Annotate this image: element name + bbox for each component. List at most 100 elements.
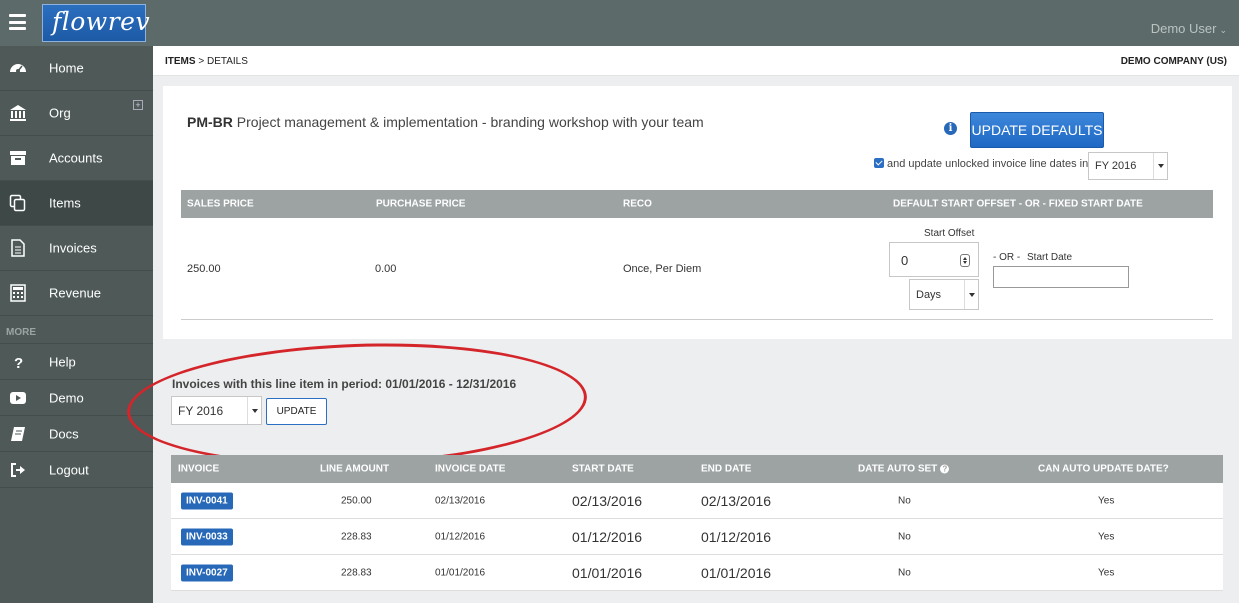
sales-price-value: 250.00 xyxy=(187,263,221,275)
invoice-date: 01/01/2016 xyxy=(435,567,486,578)
logout-icon xyxy=(11,462,25,477)
reco-value: Once, Per Diem xyxy=(623,263,702,275)
column-header-start-date: START DATE xyxy=(572,463,634,475)
sidebar-item-label: Demo xyxy=(49,390,84,405)
item-description: Project management & implementation - br… xyxy=(236,114,704,130)
column-header-line-amount: LINE AMOUNT xyxy=(320,463,390,475)
brand-name: flowrev xyxy=(52,7,151,36)
sidebar-section-more: MORE xyxy=(0,316,153,344)
item-details-card: PM-BR Project management & implementatio… xyxy=(163,86,1232,339)
item-table-header: SALES PRICE PURCHASE PRICE RECO DEFAULT … xyxy=(181,190,1213,218)
invoice-date: 01/12/2016 xyxy=(435,531,486,542)
sidebar-item-revenue[interactable]: Revenue xyxy=(0,271,153,316)
invoices-table: INVOICE LINE AMOUNT INVOICE DATE START D… xyxy=(171,455,1223,591)
column-header-end-date: END DATE xyxy=(701,463,752,475)
invoices-period-title: Invoices with this line item in period: … xyxy=(172,377,517,391)
sidebar-item-label: Org xyxy=(49,105,71,121)
can-auto-update: Yes xyxy=(1098,567,1115,578)
bank-icon xyxy=(10,105,26,121)
end-date: 01/01/2016 xyxy=(701,564,772,581)
breadcrumb-link-items[interactable]: ITEMS xyxy=(165,56,196,67)
line-amount: 250.00 xyxy=(341,495,372,506)
archive-icon xyxy=(10,151,26,165)
end-date: 01/12/2016 xyxy=(701,528,772,545)
sidebar-item-logout[interactable]: Logout xyxy=(0,452,153,488)
user-menu[interactable]: Demo User ⌄ xyxy=(1151,21,1227,36)
can-auto-update: Yes xyxy=(1098,531,1115,542)
brand-logo[interactable]: flowrev xyxy=(42,4,150,42)
sidebar-item-label: Invoices xyxy=(49,240,97,256)
sidebar-item-label: Items xyxy=(49,195,81,211)
offset-unit-select[interactable]: Days xyxy=(909,279,979,310)
user-name: Demo User xyxy=(1150,21,1217,36)
column-header-sales-price: SALES PRICE xyxy=(187,198,254,210)
column-header-invoice: INVOICE xyxy=(178,463,220,475)
table-row: INV-0033 228.83 01/12/2016 01/12/2016 01… xyxy=(171,519,1223,555)
invoice-date: 02/13/2016 xyxy=(435,495,486,506)
select-arrow-icon xyxy=(1153,153,1167,179)
sidebar-item-invoices[interactable]: Invoices xyxy=(0,226,153,271)
sidebar-item-label: Logout xyxy=(49,462,89,477)
start-date-label: Start Date xyxy=(1027,252,1073,263)
column-header-purchase-price: PURCHASE PRICE xyxy=(376,198,466,210)
invoices-table-header: INVOICE LINE AMOUNT INVOICE DATE START D… xyxy=(171,455,1223,483)
sidebar-item-label: Home xyxy=(49,60,84,76)
expand-plus-icon[interactable]: + xyxy=(133,100,143,110)
spinner-arrows-icon[interactable] xyxy=(960,254,970,267)
start-offset-value: 0 xyxy=(901,253,909,268)
sidebar-item-home[interactable]: Home xyxy=(0,46,153,91)
sidebar-item-accounts[interactable]: Accounts xyxy=(0,136,153,181)
column-header-start-offset: DEFAULT START OFFSET - OR - FIXED START … xyxy=(893,198,1143,210)
invoice-link[interactable]: INV-0033 xyxy=(181,528,233,545)
sidebar-item-label: Revenue xyxy=(49,285,102,301)
select-arrow-icon xyxy=(964,280,978,309)
header-label: DATE AUTO SET xyxy=(858,463,938,475)
select-value: FY 2016 xyxy=(178,403,224,418)
purchase-price-value: 0.00 xyxy=(375,263,397,275)
column-header-invoice-date: INVOICE DATE xyxy=(435,463,506,475)
svg-text:?: ? xyxy=(14,355,23,370)
breadcrumb: ITEMS > DETAILS xyxy=(165,56,248,67)
sidebar-item-demo[interactable]: Demo xyxy=(0,380,153,416)
sidebar: Home Org + Accounts Items Invoices Reven… xyxy=(0,46,153,603)
sidebar-item-org[interactable]: Org + xyxy=(0,91,153,136)
dashboard-icon xyxy=(10,64,26,73)
copy-icon xyxy=(9,194,26,212)
update-unlocked-label: and update unlocked invoice line dates i… xyxy=(887,158,1089,170)
hamburger-menu-icon[interactable] xyxy=(9,14,26,30)
update-unlocked-checkbox[interactable] xyxy=(874,158,884,168)
column-header-date-auto-set: DATE AUTO SET? xyxy=(858,463,950,475)
start-offset-input[interactable]: 0 xyxy=(889,242,979,277)
chevron-down-icon: ⌄ xyxy=(1219,25,1227,35)
invoice-link[interactable]: INV-0041 xyxy=(181,492,233,509)
defaults-period-select[interactable]: FY 2016 xyxy=(1088,152,1168,180)
book-icon xyxy=(11,426,25,441)
date-auto-set: No xyxy=(898,531,911,542)
start-date: 02/13/2016 xyxy=(572,492,643,509)
end-date: 02/13/2016 xyxy=(701,492,772,509)
breadcrumb-separator: > xyxy=(198,56,205,67)
invoice-link[interactable]: INV-0027 xyxy=(181,564,233,581)
start-date-input[interactable] xyxy=(993,266,1129,288)
question-icon: ? xyxy=(14,355,23,370)
sidebar-item-items[interactable]: Items xyxy=(0,181,153,226)
start-date: 01/12/2016 xyxy=(572,528,643,545)
select-arrow-icon xyxy=(247,397,261,424)
select-value: Days xyxy=(916,288,942,301)
sidebar-item-label: Help xyxy=(49,354,76,369)
help-question-icon[interactable]: ? xyxy=(940,464,950,474)
info-icon[interactable]: i xyxy=(944,122,957,135)
item-code: PM-BR xyxy=(187,114,233,130)
sidebar-item-help[interactable]: ? Help xyxy=(0,344,153,380)
line-amount: 228.83 xyxy=(341,567,372,578)
sidebar-item-label: Docs xyxy=(49,426,79,441)
update-defaults-button[interactable]: UPDATE DEFAULTS xyxy=(970,112,1104,148)
calculator-icon xyxy=(10,284,26,302)
invoices-period-select[interactable]: FY 2016 xyxy=(171,396,262,425)
date-auto-set: No xyxy=(898,567,911,578)
column-header-reco: RECO xyxy=(623,198,652,210)
update-button[interactable]: UPDATE xyxy=(266,398,327,425)
select-value: FY 2016 xyxy=(1095,160,1137,172)
video-play-icon xyxy=(10,391,26,404)
sidebar-item-docs[interactable]: Docs xyxy=(0,416,153,452)
